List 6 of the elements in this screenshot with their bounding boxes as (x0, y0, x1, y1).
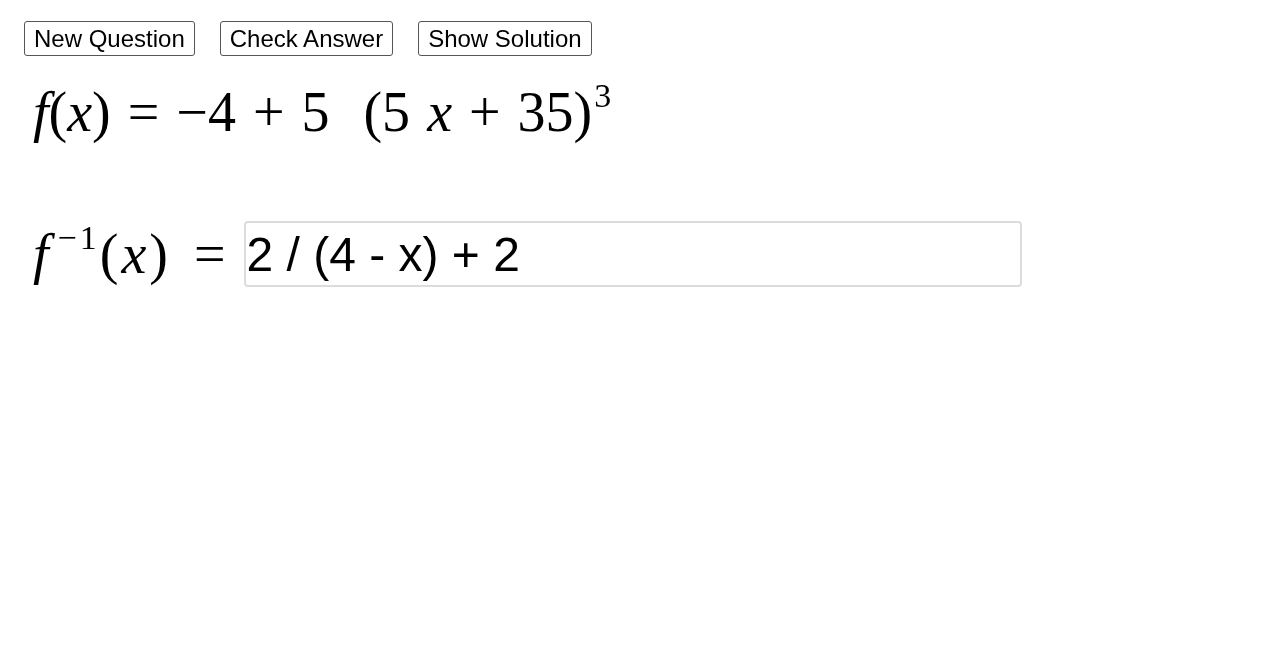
inverse-function-label: f$^{−1}$(x) = (33, 222, 229, 286)
answer-field[interactable]: 2 / (4 - x) + 2 (243, 221, 1022, 287)
action-button[interactable]: New Question (24, 21, 195, 56)
function-formula: f(x) = −4 + 5 (5 x + 35)$^{3}$ (33, 80, 612, 144)
action-button[interactable]: Show Solution (418, 21, 592, 56)
action-button[interactable]: Check Answer (219, 21, 394, 56)
